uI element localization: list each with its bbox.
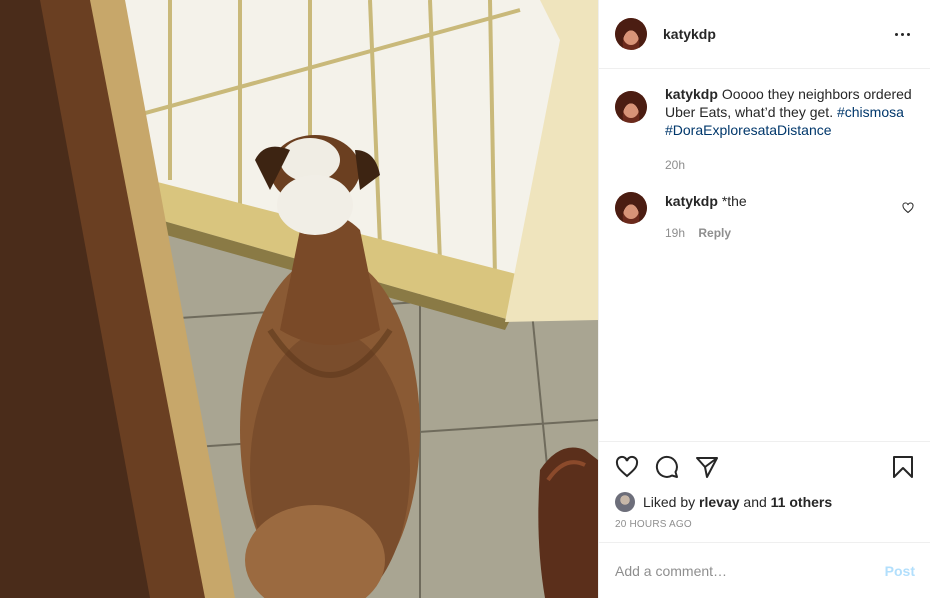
avatar[interactable]	[615, 192, 647, 224]
likes-prefix: Liked by	[643, 494, 696, 510]
avatar[interactable]	[615, 492, 635, 512]
bookmark-icon[interactable]	[891, 455, 915, 479]
add-comment-bar: Post	[599, 542, 930, 598]
liker-username[interactable]: rlevay	[699, 494, 739, 510]
post-header: katykdp	[599, 0, 930, 69]
comment-text: *the	[721, 193, 747, 209]
comment-item: katykdp *the 19h Reply	[615, 192, 914, 242]
paper-plane-icon[interactable]	[695, 455, 719, 479]
comment-bubble-icon[interactable]	[655, 455, 679, 479]
author-username[interactable]: katykdp	[663, 26, 890, 42]
post-side-panel: katykdp katykdp Ooooo they neighbors ord…	[598, 0, 930, 598]
dog-looking-out-door-icon	[0, 0, 598, 598]
likes-conjunction: and	[743, 494, 767, 510]
comments-list: katykdp Ooooo they neighbors ordered Ube…	[599, 69, 930, 441]
likes-summary: Liked by rlevay and 11 others	[599, 492, 930, 512]
post-modal: katykdp katykdp Ooooo they neighbors ord…	[0, 0, 930, 598]
caption-comment: katykdp Ooooo they neighbors ordered Ube…	[615, 85, 914, 174]
more-horizontal-icon[interactable]	[890, 22, 914, 46]
comment-username[interactable]: katykdp	[665, 86, 718, 102]
heart-outline-icon[interactable]	[902, 202, 914, 214]
reply-button[interactable]: Reply	[698, 226, 731, 240]
comment-time[interactable]: 20h	[665, 158, 685, 172]
action-bar	[599, 442, 930, 492]
author-avatar[interactable]	[615, 18, 647, 50]
comment-time[interactable]: 19h	[665, 226, 685, 240]
comment-username[interactable]: katykdp	[665, 193, 718, 209]
post-photo[interactable]	[0, 0, 598, 598]
hashtag-link[interactable]: #DoraExploresataDistance	[665, 122, 832, 138]
hashtag-link[interactable]: #chismosa	[837, 104, 904, 120]
comment-input[interactable]	[615, 562, 885, 579]
likes-others-link[interactable]: 11 others	[771, 494, 832, 510]
avatar[interactable]	[615, 91, 647, 123]
post-timestamp[interactable]: 20 HOURS AGO	[599, 519, 930, 533]
actions-area: Liked by rlevay and 11 others 20 HOURS A…	[599, 441, 930, 533]
post-button[interactable]: Post	[885, 563, 915, 579]
heart-outline-icon[interactable]	[615, 455, 639, 479]
